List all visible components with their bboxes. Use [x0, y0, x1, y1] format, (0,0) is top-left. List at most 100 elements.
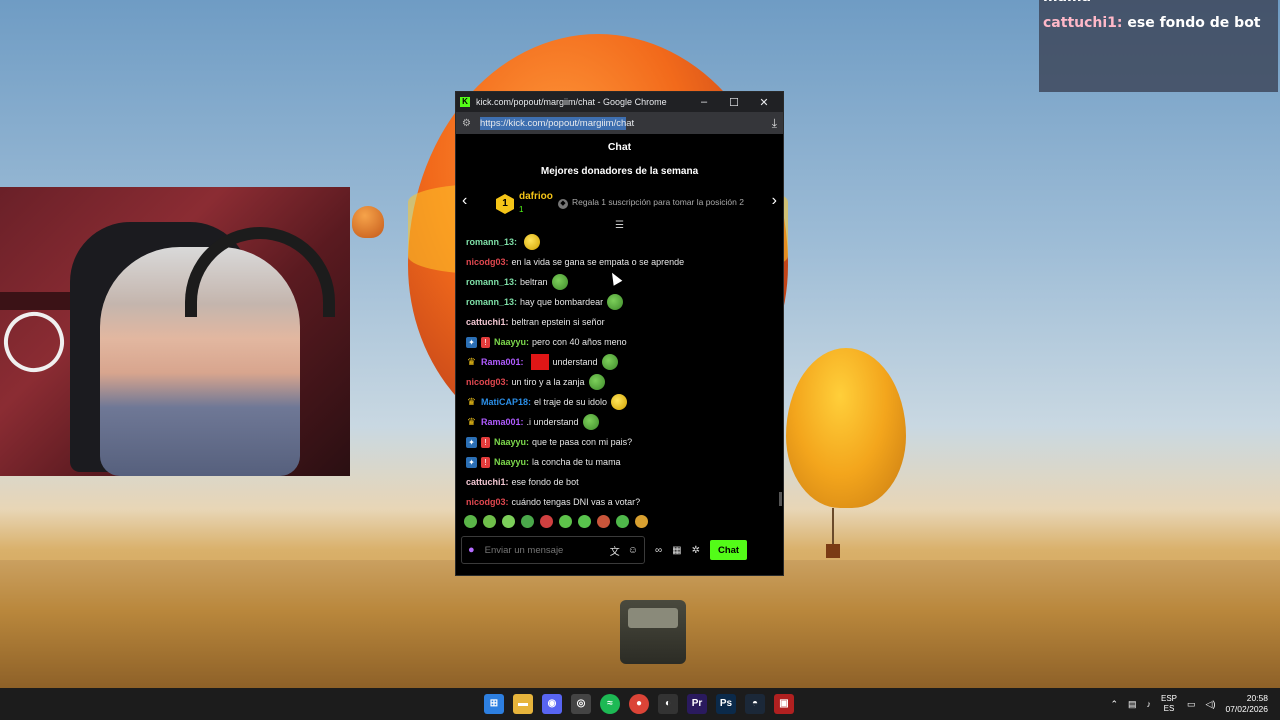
minimize-button[interactable]: – — [689, 96, 719, 108]
emoji-icon[interactable]: ☺ — [628, 545, 638, 556]
spotify-icon[interactable]: ≈ — [600, 694, 620, 714]
store-icon[interactable]: ▦ — [672, 545, 681, 556]
emote-icon[interactable] — [597, 514, 610, 528]
vip-badge-icon: ✦ — [466, 456, 477, 468]
chat-username[interactable]: romann_13: — [466, 277, 517, 287]
emote-icon[interactable] — [521, 514, 534, 528]
chat-message[interactable]: cattuchi1: beltran epstein si señor — [466, 312, 773, 332]
chat-username[interactable]: nicodg03: — [466, 377, 509, 387]
message-input[interactable] — [484, 544, 602, 556]
chat-message[interactable]: romann_13: hay que bombardear — [466, 292, 773, 312]
language-indicator[interactable]: ESP ES — [1161, 694, 1177, 714]
chat-text: la concha de tu mama — [532, 457, 621, 467]
chat-username[interactable]: cattuchi1: — [466, 477, 509, 487]
chat-username[interactable]: Rama001: — [481, 357, 524, 367]
download-icon[interactable]: ⤓ — [772, 116, 777, 131]
flag-icon[interactable]: ▤ — [1128, 699, 1137, 710]
chat-text: beltran epstein si señor — [511, 317, 605, 327]
chevron-left-icon[interactable]: ‹ — [462, 192, 467, 210]
chat-username[interactable]: romann_13: — [466, 237, 517, 247]
top-donors-title: Mejores donadores de la semana — [540, 166, 699, 177]
clock[interactable]: 20:58 07/02/2026 — [1225, 693, 1268, 715]
maximize-button[interactable]: ☐ — [719, 96, 749, 109]
chat-username[interactable]: Rama001: — [481, 417, 524, 427]
voicemod-icon[interactable]: ▣ — [774, 694, 794, 714]
emote-icon[interactable] — [502, 514, 515, 528]
chrome-icon[interactable]: ● — [629, 694, 649, 714]
chat-header: Chat — [607, 141, 632, 153]
moderator-badge-icon: ! — [481, 456, 490, 468]
hot-air-balloon-small — [352, 206, 384, 238]
top-donor-name[interactable]: dafrioo — [519, 191, 553, 202]
chat-text: un tiro y a la zanja — [511, 377, 585, 387]
chevron-up-icon[interactable]: ⌃ — [1110, 699, 1118, 710]
chat-text: pero con 40 años meno — [532, 337, 627, 347]
chat-username[interactable]: Naayyu: — [494, 337, 529, 347]
stream-chat-overlay: mama cattuchi1: ese fondo de bot — [1039, 0, 1278, 92]
chat-username[interactable]: MatiCAP18: — [481, 397, 531, 407]
chevron-right-icon[interactable]: › — [772, 192, 777, 210]
chat-username[interactable]: Naayyu: — [494, 457, 529, 467]
file-explorer-icon[interactable]: ▬ — [513, 694, 533, 714]
chat-message[interactable]: nicodg03: cuándo tengas DNI vas a votar? — [466, 492, 773, 509]
message-input-box[interactable]: ● 文 ☺ — [461, 536, 645, 564]
discord-icon[interactable]: ◉ — [542, 694, 562, 714]
windows-start-icon[interactable]: ⊞ — [484, 694, 504, 714]
chat-text: ese fondo de bot — [511, 477, 579, 487]
network-icon[interactable]: ▭ — [1187, 699, 1196, 710]
pinned-toggle-icon[interactable]: ☰ — [456, 220, 783, 232]
chat-message[interactable]: cattuchi1: ese fondo de bot — [466, 472, 773, 492]
volume-icon[interactable]: ◁) — [1206, 699, 1216, 710]
url-text[interactable]: https://kick.com/popout/margiim/chat — [480, 116, 772, 130]
vip-badge-icon: ✦ — [466, 336, 477, 348]
points-icon[interactable]: ∞ — [655, 545, 662, 556]
chat-message[interactable]: romann_13: — [466, 232, 773, 252]
title-bar[interactable]: K kick.com/popout/margiim/chat - Google … — [456, 92, 783, 112]
site-info-icon[interactable]: ⚙ — [462, 118, 480, 129]
app-icon[interactable]: ◎ — [571, 694, 591, 714]
chat-username[interactable]: cattuchi1: — [466, 317, 509, 327]
scrollbar[interactable] — [779, 492, 782, 506]
steam-icon[interactable]: ◓ — [745, 694, 765, 714]
emote-icon[interactable] — [635, 514, 648, 528]
premiere-icon[interactable]: Pr — [687, 694, 707, 714]
emote-icon[interactable] — [578, 514, 591, 528]
chat-message[interactable]: ♛ Rama001: .i understand — [466, 412, 773, 432]
emote-icon[interactable] — [540, 514, 553, 528]
emote-icon[interactable] — [483, 514, 496, 528]
moderator-badge-icon: ! — [481, 436, 490, 448]
top-donors-carousel: ‹ 1 dafrioo 1 ◆ Regala 1 suscripción para… — [456, 186, 783, 220]
emote-icon[interactable] — [559, 514, 572, 528]
overlay-prev-line: mama — [1043, 0, 1274, 10]
yellow-emote-icon — [611, 394, 628, 410]
address-bar[interactable]: ⚙ https://kick.com/popout/margiim/chat ⤓ — [456, 112, 783, 134]
chat-message[interactable]: ✦! Naayyu: que te pasa con mi pais? — [466, 432, 773, 452]
chat-username[interactable]: nicodg03: — [466, 497, 509, 507]
chat-username[interactable]: nicodg03: — [466, 257, 509, 267]
chat-message[interactable]: ✦! Naayyu: la concha de tu mama — [466, 452, 773, 472]
chat-message[interactable]: ✦! Naayyu: pero con 40 años meno — [466, 332, 773, 352]
microphone-icon[interactable]: ● — [468, 544, 475, 556]
gift-sub-prompt[interactable]: ◆ Regala 1 suscripción para tomar la posi… — [558, 197, 744, 209]
chat-message[interactable]: ♛ MatiCAP18: el traje de su idolo — [466, 392, 773, 412]
send-chat-button[interactable]: Chat — [709, 540, 748, 560]
emote-icon[interactable] — [616, 514, 629, 528]
yellow-emote-icon — [524, 234, 541, 250]
chat-compose: ● 文 ☺ ∞ ▦ ✲ Chat — [456, 533, 783, 567]
emote-icon[interactable] — [464, 514, 477, 528]
chat-message[interactable]: nicodg03: un tiro y a la zanja — [466, 372, 773, 392]
close-button[interactable]: ✕ — [749, 96, 779, 109]
chat-username[interactable]: romann_13: — [466, 297, 517, 307]
mic-icon[interactable]: ♪ — [1147, 699, 1152, 709]
obs-icon[interactable]: ◐ — [658, 694, 678, 714]
frog-emote-icon — [551, 274, 568, 290]
rank-medal-icon: 1 — [496, 194, 514, 214]
chat-messages[interactable]: romann_13: nicodg03: en la vida se gana se… — [456, 232, 783, 509]
chat-message[interactable]: nicodg03: en la vida se gana se empata o … — [466, 252, 773, 272]
hot-air-balloon-right — [786, 348, 906, 558]
chat-username[interactable]: Naayyu: — [494, 437, 529, 447]
translate-icon[interactable]: 文 — [610, 543, 620, 558]
settings-gear-icon[interactable]: ✲ — [692, 545, 700, 556]
chat-message[interactable]: ♛ Rama001: understand — [466, 352, 773, 372]
photoshop-icon[interactable]: Ps — [716, 694, 736, 714]
